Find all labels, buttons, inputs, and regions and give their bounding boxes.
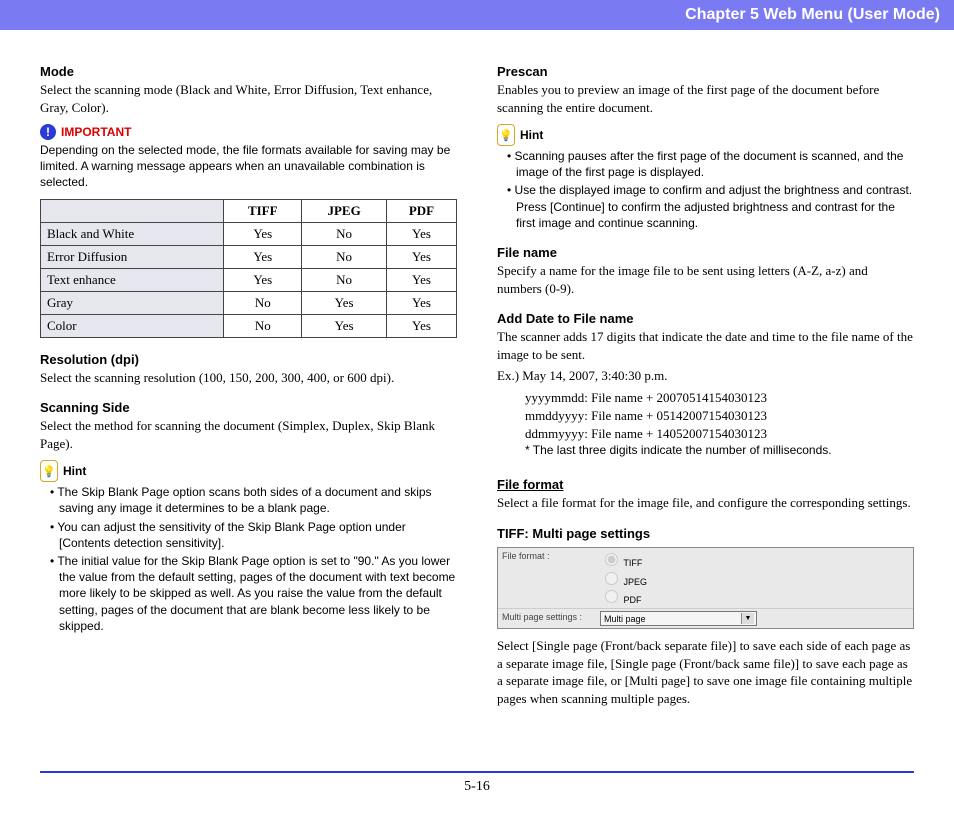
col-header: PDF — [386, 199, 456, 222]
hint-icon: 💡 — [40, 460, 58, 482]
adddate-line: yyyymmdd: File name + 20070514154030123 — [525, 389, 914, 407]
row-label: Black and White — [41, 222, 224, 245]
adddate-example-intro: Ex.) May 14, 2007, 3:40:30 p.m. — [497, 367, 914, 385]
important-heading: ! IMPORTANT — [40, 124, 457, 140]
cell: No — [302, 222, 387, 245]
hint-item: You can adjust the sensitivity of the Sk… — [50, 519, 457, 551]
hint-heading: 💡 Hint — [40, 460, 457, 482]
scanning-side-title: Scanning Side — [40, 400, 457, 415]
left-column: Mode Select the scanning mode (Black and… — [40, 50, 457, 711]
adddate-line: ddmmyyyy: File name + 14052007154030123 — [525, 425, 914, 443]
hint-item: The initial value for the Skip Blank Pag… — [50, 553, 457, 634]
hint-item: Use the displayed image to confirm and a… — [507, 182, 914, 231]
hint-list: Scanning pauses after the first page of … — [497, 148, 914, 231]
tiff-settings-title: TIFF: Multi page settings — [497, 526, 914, 541]
cell: Yes — [386, 291, 456, 314]
radio-input[interactable] — [605, 553, 618, 566]
form-row-multipage: Multi page settings : Multi page ▼ — [498, 609, 913, 628]
table-row: Color No Yes Yes — [41, 314, 457, 337]
hint-heading: 💡 Hint — [497, 124, 914, 146]
hint-item: The Skip Blank Page option scans both si… — [50, 484, 457, 516]
chevron-down-icon: ▼ — [741, 613, 754, 624]
important-icon: ! — [40, 124, 56, 140]
cell: No — [302, 245, 387, 268]
col-header: JPEG — [302, 199, 387, 222]
mode-format-table: TIFF JPEG PDF Black and White Yes No Yes… — [40, 199, 457, 338]
cell: No — [224, 314, 302, 337]
form-label: File format : — [502, 550, 592, 561]
cell: Yes — [224, 268, 302, 291]
col-header: TIFF — [224, 199, 302, 222]
important-text: Depending on the selected mode, the file… — [40, 142, 457, 191]
radio-input[interactable] — [605, 590, 618, 603]
adddate-body: The scanner adds 17 digits that indicate… — [497, 328, 914, 363]
radio-jpeg[interactable]: JPEG — [600, 569, 647, 588]
important-label: IMPORTANT — [61, 125, 131, 139]
form-label: Multi page settings : — [502, 611, 592, 622]
row-label: Color — [41, 314, 224, 337]
radio-label: PDF — [624, 595, 642, 605]
adddate-title: Add Date to File name — [497, 311, 914, 326]
row-label: Text enhance — [41, 268, 224, 291]
tiff-body: Select [Single page (Front/back separate… — [497, 637, 914, 707]
hint-label: Hint — [520, 128, 543, 142]
resolution-title: Resolution (dpi) — [40, 352, 457, 367]
row-label: Error Diffusion — [41, 245, 224, 268]
filename-body: Specify a name for the image file to be … — [497, 262, 914, 297]
cell: No — [224, 291, 302, 314]
cell: Yes — [386, 268, 456, 291]
page-footer: 5-16 — [40, 771, 914, 815]
settings-screenshot: File format : TIFF JPEG PDF Multi page s… — [497, 547, 914, 629]
radio-label: TIFF — [623, 558, 642, 568]
page-content: Mode Select the scanning mode (Black and… — [0, 30, 954, 711]
multipage-select[interactable]: Multi page ▼ — [600, 611, 757, 626]
chapter-header: Chapter 5 Web Menu (User Mode) — [0, 0, 954, 30]
cell: Yes — [224, 245, 302, 268]
adddate-line: mmddyyyy: File name + 05142007154030123 — [525, 407, 914, 425]
cell: Yes — [224, 222, 302, 245]
scanning-side-body: Select the method for scanning the docum… — [40, 417, 457, 452]
mode-title: Mode — [40, 64, 457, 79]
hint-list: The Skip Blank Page option scans both si… — [40, 484, 457, 634]
fileformat-title: File format — [497, 477, 914, 492]
hint-item: Scanning pauses after the first page of … — [507, 148, 914, 180]
radio-input[interactable] — [605, 572, 618, 585]
radio-pdf[interactable]: PDF — [600, 587, 647, 606]
fileformat-body: Select a file format for the image file,… — [497, 494, 914, 512]
table-row: Gray No Yes Yes — [41, 291, 457, 314]
form-row-fileformat: File format : TIFF JPEG PDF — [498, 548, 913, 609]
hint-label: Hint — [63, 464, 86, 478]
cell: Yes — [386, 222, 456, 245]
file-format-radio-group: TIFF JPEG PDF — [600, 550, 647, 606]
table-header-row: TIFF JPEG PDF — [41, 199, 457, 222]
cell: Yes — [386, 314, 456, 337]
cell: Yes — [302, 314, 387, 337]
mode-body: Select the scanning mode (Black and Whit… — [40, 81, 457, 116]
select-value: Multi page — [604, 614, 646, 624]
cell: Yes — [386, 245, 456, 268]
page-number: 5-16 — [464, 779, 490, 794]
adddate-footnote: * The last three digits indicate the num… — [525, 443, 914, 457]
resolution-body: Select the scanning resolution (100, 150… — [40, 369, 457, 387]
row-label: Gray — [41, 291, 224, 314]
hint-icon: 💡 — [497, 124, 515, 146]
filename-title: File name — [497, 245, 914, 260]
table-row: Error Diffusion Yes No Yes — [41, 245, 457, 268]
cell: No — [302, 268, 387, 291]
cell: Yes — [302, 291, 387, 314]
table-corner — [41, 199, 224, 222]
radio-label: JPEG — [624, 577, 648, 587]
table-row: Black and White Yes No Yes — [41, 222, 457, 245]
table-row: Text enhance Yes No Yes — [41, 268, 457, 291]
prescan-body: Enables you to preview an image of the f… — [497, 81, 914, 116]
right-column: Prescan Enables you to preview an image … — [497, 50, 914, 711]
radio-tiff[interactable]: TIFF — [600, 550, 647, 569]
prescan-title: Prescan — [497, 64, 914, 79]
